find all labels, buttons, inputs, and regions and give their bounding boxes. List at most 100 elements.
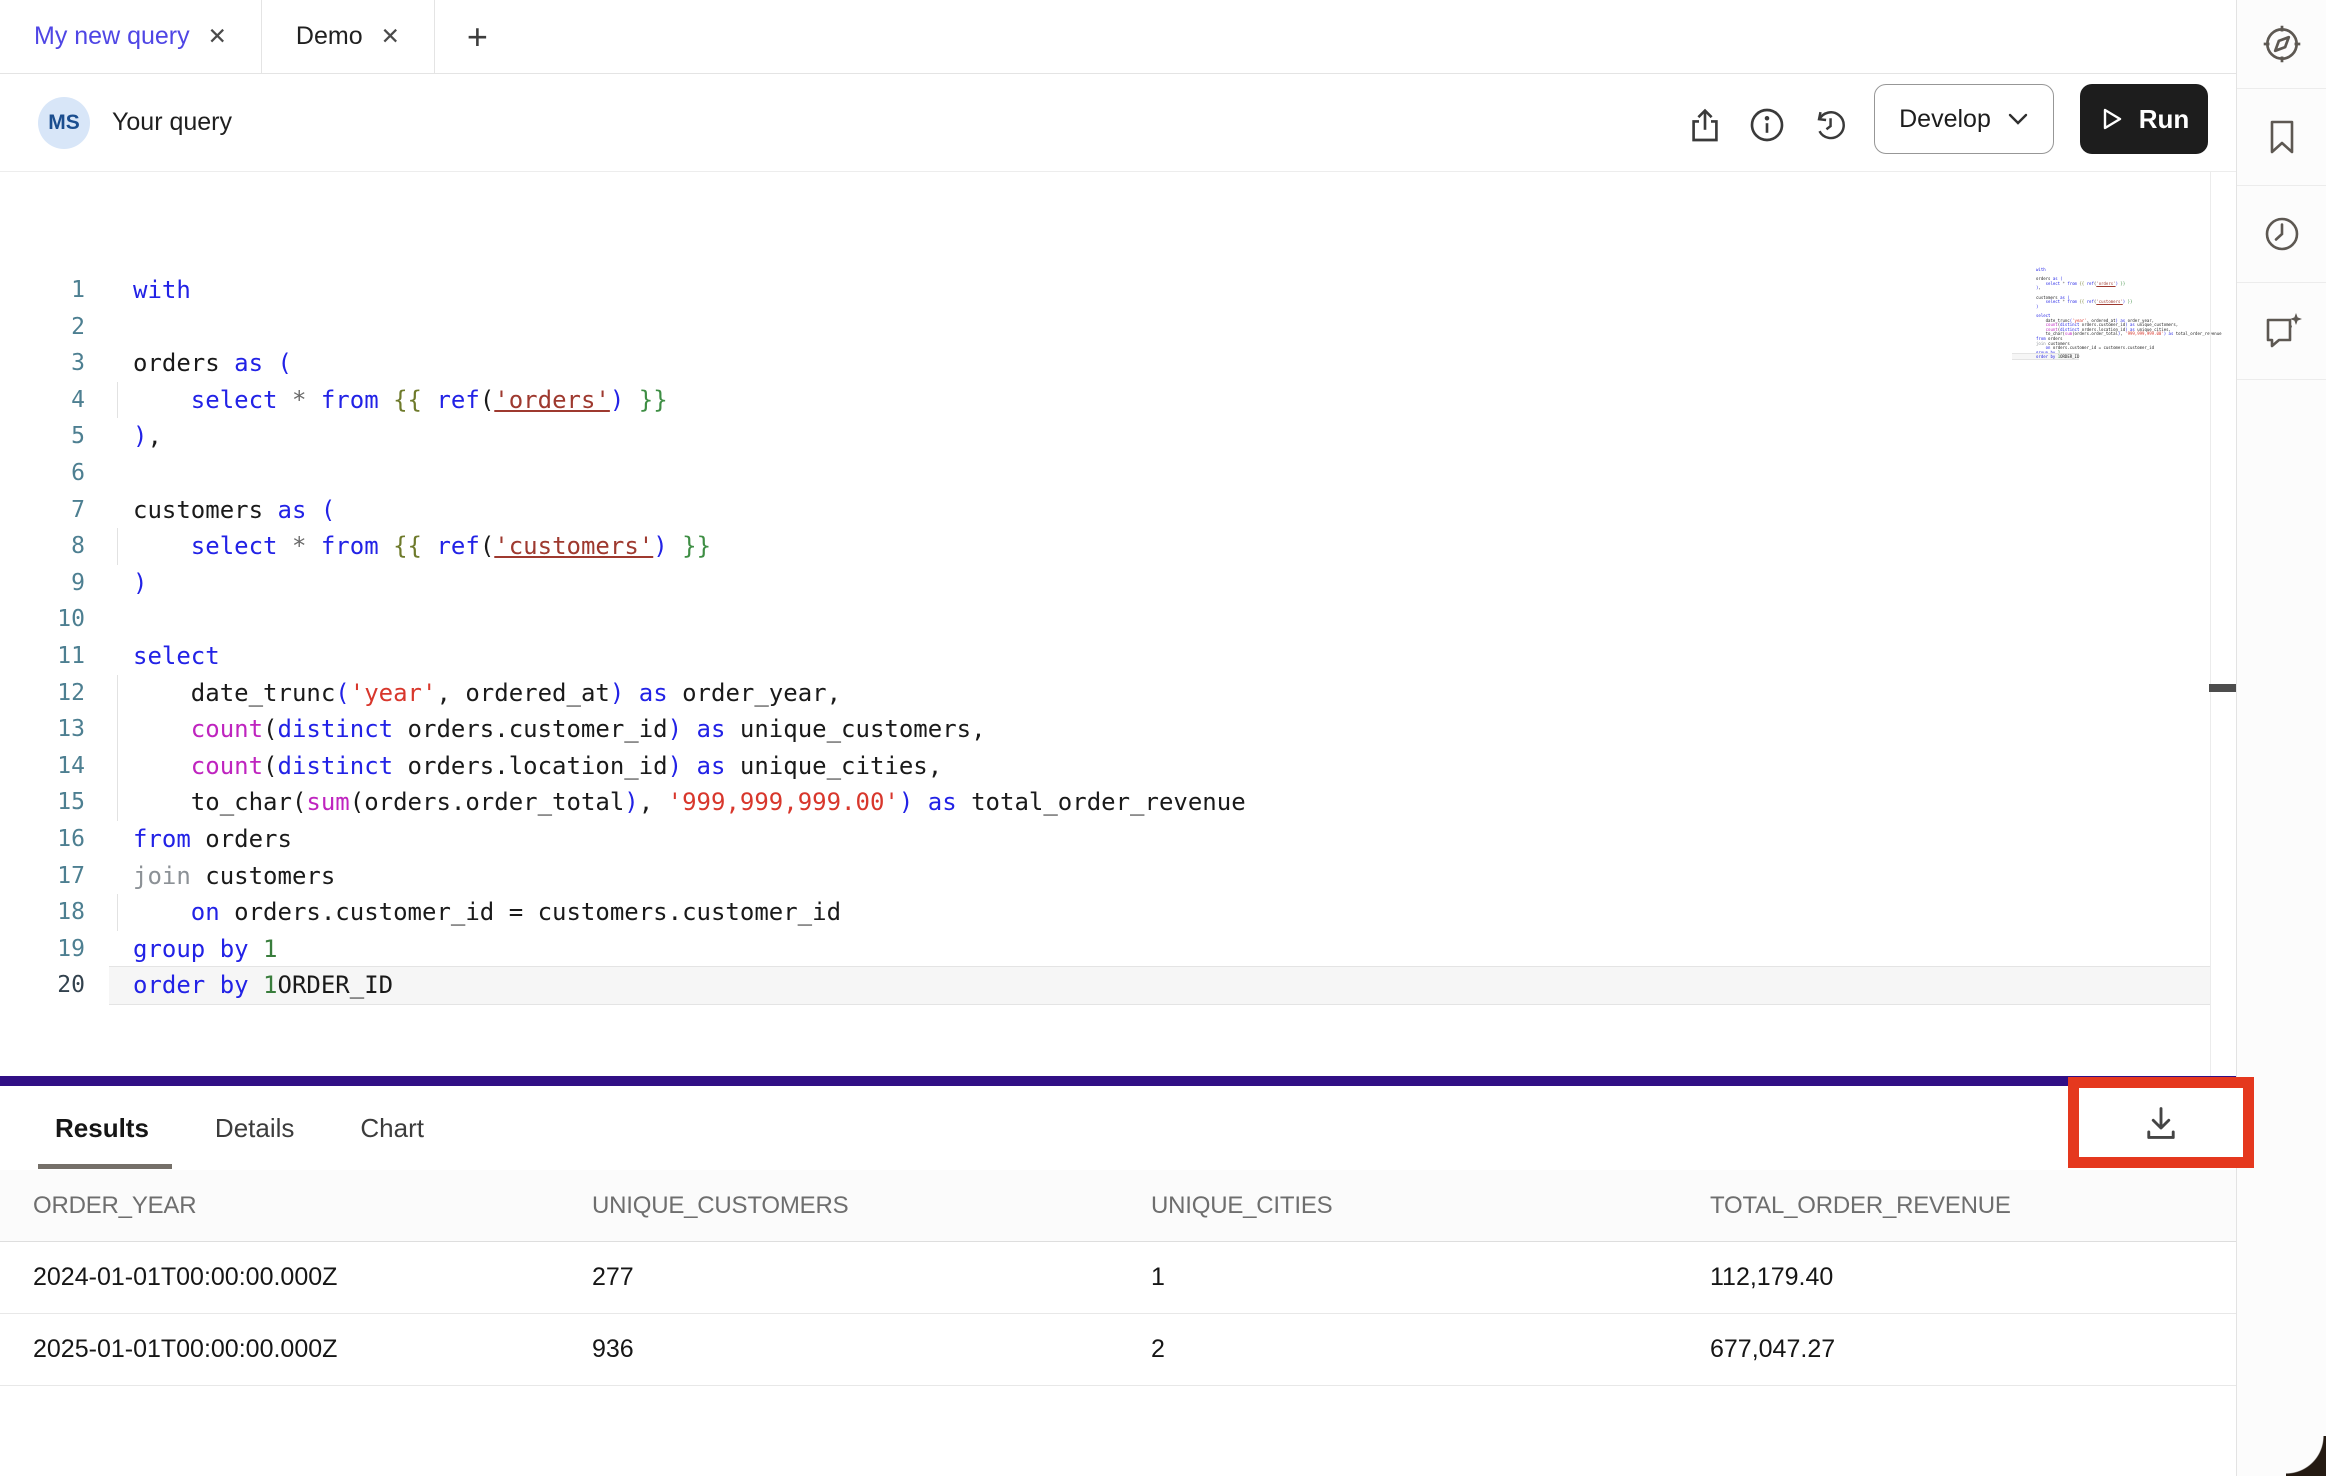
code-token: order by — [133, 971, 249, 999]
code-line[interactable]: 19group by 1 — [0, 931, 2210, 968]
tab-demo[interactable]: Demo ✕ — [262, 0, 435, 73]
code-token: , — [147, 422, 161, 450]
code-token: }} — [639, 386, 668, 414]
info-button[interactable] — [1745, 103, 1789, 147]
code-line[interactable]: 10 — [0, 601, 2210, 638]
code-text: to_char(sum(orders.order_total), '999,99… — [109, 784, 2210, 821]
tab-my-new-query[interactable]: My new query ✕ — [0, 0, 262, 73]
code-line[interactable]: 4 select * from {{ ref('orders') }} — [0, 382, 2210, 419]
active-tab-underline — [38, 1164, 172, 1169]
code-token: ( — [263, 752, 277, 780]
code-token: , — [2038, 285, 2040, 290]
code-token: as — [234, 349, 263, 377]
history-button[interactable] — [1808, 103, 1852, 147]
line-number: 3 — [0, 345, 85, 382]
code-line[interactable]: 9) — [0, 565, 2210, 602]
code-token: ) — [668, 715, 682, 743]
code-token: ref — [2087, 281, 2094, 286]
code-line[interactable]: 17join customers — [0, 858, 2210, 895]
code-token: ORDER_ID — [2060, 354, 2079, 359]
code-line[interactable]: 15 to_char(sum(orders.order_total), '999… — [0, 784, 2210, 821]
code-line[interactable]: 18 on orders.customer_id = customers.cus… — [0, 894, 2210, 931]
run-label: Run — [2139, 104, 2190, 135]
code-token — [422, 386, 436, 414]
code-text — [109, 309, 2210, 346]
column-header: TOTAL_ORDER_REVENUE — [1677, 1192, 2236, 1220]
code-token: 'orders' — [494, 386, 610, 414]
code-token: (orders.order_total — [2072, 331, 2118, 336]
code-token — [263, 349, 277, 377]
develop-dropdown[interactable]: Develop — [1874, 84, 2054, 154]
column-header: UNIQUE_CUSTOMERS — [559, 1192, 1118, 1220]
code-line[interactable]: 1with — [0, 272, 2210, 309]
table-row: 2024-01-01T00:00:00.000Z2771112,179.40 — [0, 1242, 2236, 1314]
code-line[interactable]: 7customers as ( — [0, 492, 2210, 529]
code-token: {{ — [393, 386, 422, 414]
code-line[interactable]: 6 — [0, 455, 2210, 492]
results-tab-bar: Results Details Chart — [0, 1086, 2236, 1170]
line-number: 10 — [0, 601, 85, 638]
code-token: sum — [306, 788, 349, 816]
right-sidebar — [2236, 0, 2326, 1476]
code-token: as — [639, 679, 668, 707]
code-line[interactable]: 16from orders — [0, 821, 2210, 858]
line-number: 18 — [0, 894, 85, 931]
code-line[interactable]: 3orders as ( — [0, 345, 2210, 382]
editor-scrollbar-track[interactable] — [2210, 172, 2236, 1076]
line-number: 6 — [0, 455, 85, 492]
sidebar-item-explore[interactable] — [2237, 0, 2326, 89]
code-token: on — [191, 898, 220, 926]
add-tab-button[interactable]: + — [435, 0, 520, 73]
editor-scrollbar-thumb[interactable] — [2209, 684, 2236, 692]
panel-resize-divider[interactable] — [0, 1076, 2236, 1086]
code-token: ( — [480, 532, 494, 560]
line-number: 11 — [0, 638, 85, 675]
code-line[interactable]: 14 count(distinct orders.location_id) as… — [0, 748, 2210, 785]
indent-guide — [117, 748, 118, 785]
code-token: as — [278, 496, 307, 524]
close-icon[interactable]: ✕ — [208, 25, 227, 48]
code-token — [249, 971, 263, 999]
code-text — [109, 455, 2210, 492]
tab-chart[interactable]: Chart — [360, 1113, 424, 1144]
download-results-button[interactable] — [2131, 1093, 2191, 1153]
code-token: ) — [133, 569, 147, 597]
code-token: group by — [133, 935, 249, 963]
code-token — [249, 935, 263, 963]
line-number: 13 — [0, 711, 85, 748]
code-line[interactable]: 2 — [0, 309, 2210, 346]
code-line[interactable]: 13 count(distinct orders.customer_id) as… — [0, 711, 2210, 748]
code-token: ( — [321, 496, 335, 524]
code-token: count — [191, 752, 263, 780]
avatar: MS — [38, 97, 90, 149]
code-line[interactable]: 8 select * from {{ ref('customers') }} — [0, 528, 2210, 565]
editor-minimap[interactable]: withorders as ( select * from {{ ref('or… — [1988, 268, 2158, 360]
code-token — [306, 496, 320, 524]
line-number: 17 — [0, 858, 85, 895]
code-line[interactable]: 12 date_trunc('year', ordered_at) as ord… — [0, 675, 2210, 712]
close-icon[interactable]: ✕ — [381, 25, 400, 48]
tab-results[interactable]: Results — [55, 1113, 149, 1144]
code-token: from — [321, 386, 379, 414]
code-text: ) — [109, 565, 2210, 602]
code-token: total_order_revenue — [957, 788, 1246, 816]
table-cell: 2 — [1118, 1335, 1677, 1364]
code-token: orders.customer_id = customers.customer_… — [2050, 345, 2154, 350]
sql-code-editor[interactable]: 1with23orders as (4 select * from {{ ref… — [0, 172, 2236, 1076]
tab-details[interactable]: Details — [215, 1113, 294, 1144]
code-token: select — [133, 642, 220, 670]
code-line[interactable]: 20order by 1ORDER_ID — [0, 967, 2210, 1004]
share-button[interactable] — [1683, 103, 1727, 147]
code-text: group by 1 — [109, 931, 2210, 968]
sidebar-item-ai-chat[interactable] — [2237, 283, 2326, 380]
code-token: from — [321, 532, 379, 560]
code-token — [668, 532, 682, 560]
sidebar-item-history[interactable] — [2237, 186, 2326, 283]
code-token — [682, 715, 696, 743]
code-token: {{ — [393, 532, 422, 560]
sidebar-item-bookmarks[interactable] — [2237, 89, 2326, 186]
code-line[interactable]: 5), — [0, 418, 2210, 455]
run-button[interactable]: Run — [2080, 84, 2208, 154]
code-token: from — [2067, 281, 2077, 286]
code-line[interactable]: 11 select — [0, 638, 2210, 675]
